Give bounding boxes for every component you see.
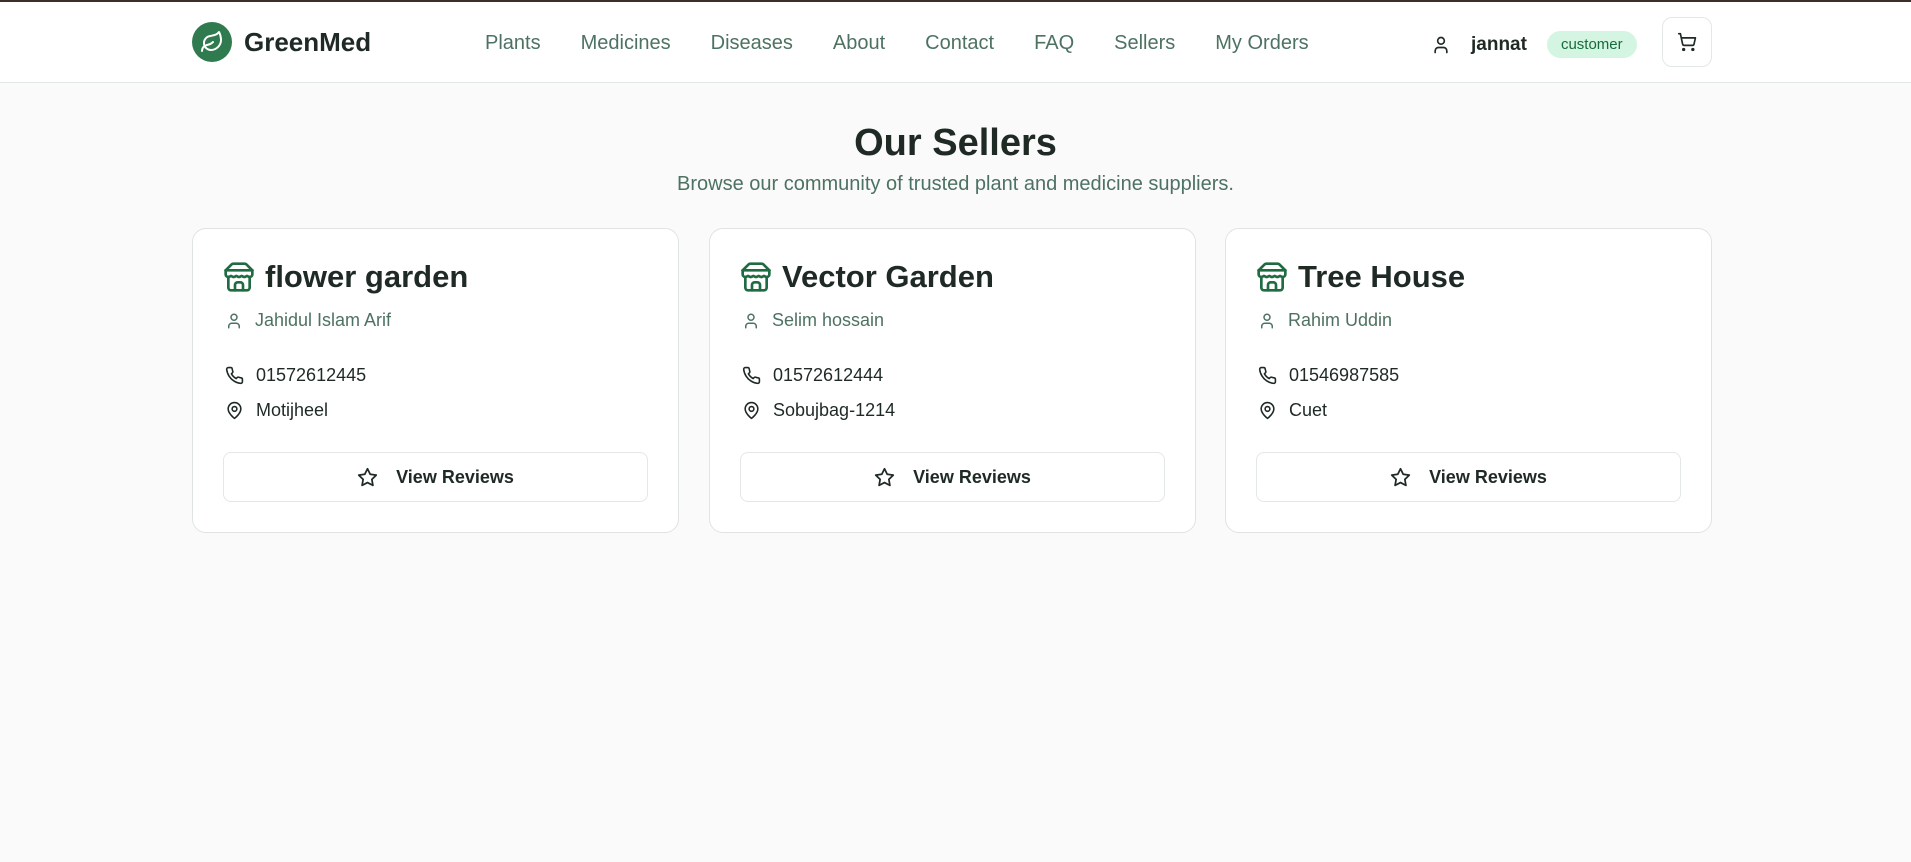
top-navbar: GreenMed Plants Medicines Diseases About… bbox=[0, 2, 1911, 83]
nav-medicines[interactable]: Medicines bbox=[581, 32, 671, 55]
seller-phone: 01546987585 bbox=[1258, 365, 1399, 386]
nav-sellers[interactable]: Sellers bbox=[1114, 32, 1175, 55]
star-icon bbox=[874, 467, 895, 488]
role-badge: customer bbox=[1546, 31, 1637, 58]
view-reviews-button[interactable]: View Reviews bbox=[1256, 452, 1681, 502]
user-icon bbox=[742, 312, 760, 330]
brand-logo[interactable]: GreenMed bbox=[192, 22, 371, 62]
view-reviews-button[interactable]: View Reviews bbox=[223, 452, 648, 502]
cart-button[interactable] bbox=[1662, 17, 1712, 67]
cart-icon bbox=[1677, 32, 1697, 52]
seller-owner-name: Rahim Uddin bbox=[1288, 310, 1393, 330]
seller-card: Vector Garden Selim hossain 01572612444 … bbox=[709, 228, 1196, 533]
nav-my-orders[interactable]: My Orders bbox=[1215, 32, 1308, 55]
seller-phone: 01572612444 bbox=[742, 365, 883, 386]
seller-phone-number: 01572612445 bbox=[256, 365, 367, 385]
star-icon bbox=[357, 467, 378, 488]
view-reviews-button[interactable]: View Reviews bbox=[740, 452, 1165, 502]
leaf-icon bbox=[192, 22, 232, 62]
nav-plants[interactable]: Plants bbox=[485, 32, 541, 55]
seller-location-text: Sobujbag-1214 bbox=[773, 400, 896, 420]
card-header: Vector Garden bbox=[740, 259, 994, 295]
user-menu[interactable]: jannat customer bbox=[1431, 31, 1637, 58]
nav-faq[interactable]: FAQ bbox=[1034, 32, 1074, 55]
card-header: flower garden bbox=[223, 259, 468, 295]
phone-icon bbox=[742, 366, 761, 385]
seller-phone: 01572612445 bbox=[225, 365, 366, 386]
seller-card: flower garden Jahidul Islam Arif 0157261… bbox=[192, 228, 679, 533]
seller-location: Motijheel bbox=[225, 400, 328, 421]
seller-phone-number: 01546987585 bbox=[1289, 365, 1400, 385]
seller-owner: Selim hossain bbox=[742, 310, 884, 331]
nav-about[interactable]: About bbox=[833, 32, 885, 55]
map-pin-icon bbox=[1258, 401, 1277, 420]
star-icon bbox=[1390, 467, 1411, 488]
seller-owner-name: Selim hossain bbox=[772, 310, 885, 330]
user-icon bbox=[1431, 35, 1451, 55]
view-reviews-label: View Reviews bbox=[396, 466, 514, 487]
user-name: jannat bbox=[1471, 33, 1527, 55]
seller-location-text: Motijheel bbox=[256, 400, 329, 420]
seller-owner-name: Jahidul Islam Arif bbox=[255, 310, 392, 330]
store-icon bbox=[740, 261, 772, 293]
view-reviews-label: View Reviews bbox=[913, 466, 1031, 487]
phone-icon bbox=[1258, 366, 1277, 385]
phone-icon bbox=[225, 366, 244, 385]
seller-shop-name: flower garden bbox=[265, 259, 469, 294]
nav-diseases[interactable]: Diseases bbox=[711, 32, 793, 55]
card-header: Tree House bbox=[1256, 259, 1465, 295]
map-pin-icon bbox=[225, 401, 244, 420]
main-nav: Plants Medicines Diseases About Contact … bbox=[485, 32, 1349, 55]
seller-phone-number: 01572612444 bbox=[773, 365, 884, 385]
seller-shop-name: Tree House bbox=[1298, 259, 1466, 294]
seller-location: Sobujbag-1214 bbox=[742, 400, 895, 421]
map-pin-icon bbox=[742, 401, 761, 420]
store-icon bbox=[1256, 261, 1288, 293]
user-icon bbox=[225, 312, 243, 330]
seller-location: Cuet bbox=[1258, 400, 1327, 421]
seller-shop-name: Vector Garden bbox=[782, 259, 994, 294]
seller-card: Tree House Rahim Uddin 01546987585 Cuet bbox=[1225, 228, 1712, 533]
seller-owner: Rahim Uddin bbox=[1258, 310, 1392, 331]
user-icon bbox=[1258, 312, 1276, 330]
store-icon bbox=[223, 261, 255, 293]
seller-owner: Jahidul Islam Arif bbox=[225, 310, 391, 331]
seller-location-text: Cuet bbox=[1289, 400, 1328, 420]
page-subtitle: Browse our community of trusted plant an… bbox=[677, 173, 1234, 195]
nav-contact[interactable]: Contact bbox=[925, 32, 994, 55]
view-reviews-label: View Reviews bbox=[1429, 466, 1547, 487]
brand-name: GreenMed bbox=[244, 26, 372, 57]
page-title: Our Sellers bbox=[854, 122, 1057, 164]
